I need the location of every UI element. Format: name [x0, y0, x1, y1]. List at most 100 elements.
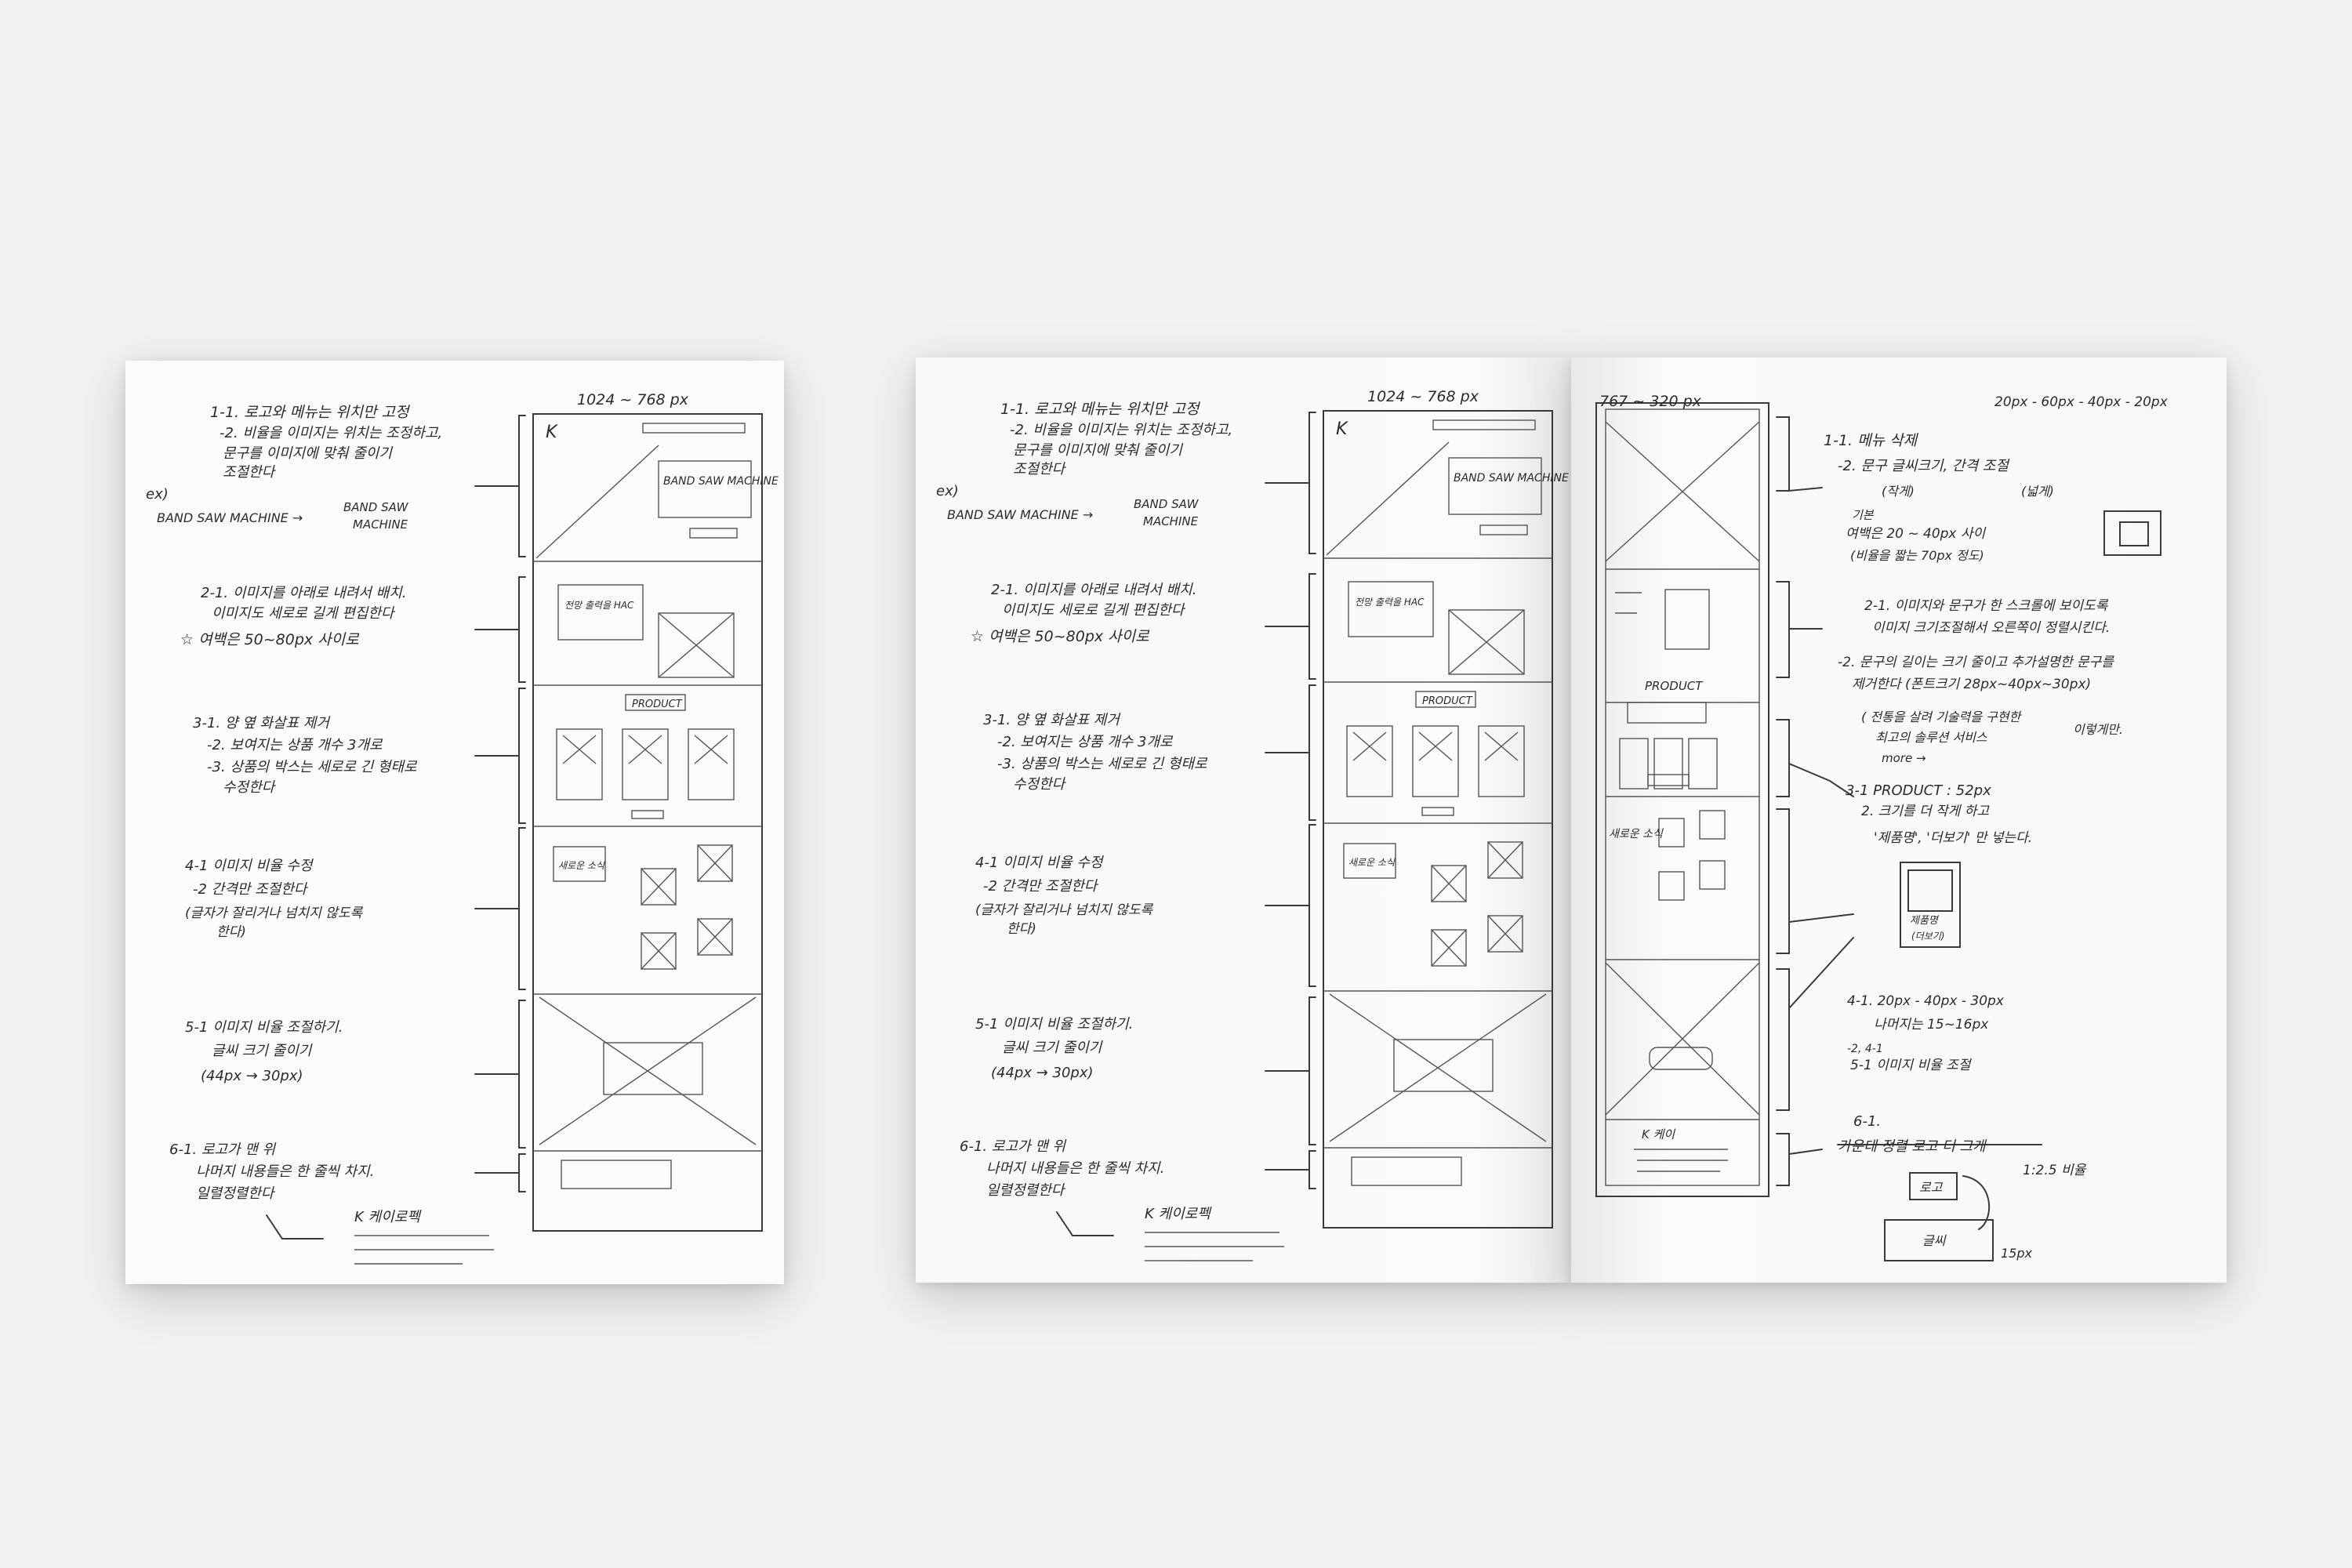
note-r6e: 글씨	[1922, 1233, 1947, 1248]
note-r2e: ( 전통을 살려 기술력을 구현한	[1861, 710, 2023, 724]
footer-arrow	[1056, 1211, 1114, 1236]
note-r4a: 4-1. 20px - 40px - 30px	[1847, 993, 2005, 1009]
size-label: 1024 ~ 768 px	[1367, 388, 1479, 405]
note-n1b: -2. 비율을 이미지는 위치는 조정하고,	[1010, 422, 1232, 438]
note-r2f: 최고의 솔루션 서비스	[1875, 730, 1987, 745]
note-n3d: 수정한다	[223, 779, 277, 796]
note-r2d: 제거한다 (폰트크기 28px~40px~30px)	[1852, 677, 2091, 692]
note-n4a: 4-1 이미지 비율 수정	[975, 855, 1105, 871]
note-n3a: 3-1. 양 옆 화살표 제거	[193, 715, 331, 731]
wf-logo: K	[1336, 419, 1348, 439]
margin-sample-box	[2103, 510, 2161, 556]
note-n6c: 일렬정렬한다	[196, 1185, 276, 1202]
note-rnews: 새로운 소식	[1609, 828, 1664, 840]
note-n4b: -2 간격만 조절한다	[983, 878, 1099, 895]
note-n3a: 3-1. 양 옆 화살표 제거	[983, 712, 1121, 728]
note-n5a: 5-1 이미지 비율 조절하기.	[185, 1019, 343, 1036]
note-n2c: ☆ 여백은 50~80px 사이로	[971, 628, 1150, 645]
wf-s2-label: 전망 출력을 HAC	[1355, 597, 1425, 608]
note-n4b: -2 간격만 조절한다	[193, 881, 309, 898]
note-n1c: 문구를 이미지에 맞춰 줄이기	[1013, 442, 1183, 459]
note-r2c: -2. 문구의 길이는 크기 줄이고 추가설명한 문구를	[1838, 655, 2114, 670]
note-r6f: 15px	[2001, 1246, 2033, 1261]
note-r3b: 2. 크기를 더 작게 하고	[1861, 804, 1990, 819]
note-n3d: 수정한다	[1013, 776, 1067, 793]
wf-product-card-3	[688, 728, 735, 800]
note-n6a: 6-1. 로고가 맨 위	[960, 1138, 1067, 1155]
wf-product-card-3	[1478, 725, 1525, 797]
section-bracket-1	[1265, 412, 1316, 554]
note-ex3: BAND SAW	[1134, 497, 1200, 511]
note-r6a: 6-1.	[1853, 1113, 1881, 1130]
note-r6b: 가운데 정렬 로고 더 크게	[1838, 1138, 1987, 1155]
wf-product-label: PRODUCT	[632, 699, 683, 710]
note-n6b: 나머지 내용들은 한 줄씩 차지.	[196, 1163, 374, 1180]
wf-product-card-2	[1412, 725, 1459, 797]
sketch-canvas-single: 1024 ~ 768 px 1-1. 로고와 메뉴는 위치만 고정 -2. 비율을 …	[146, 391, 779, 1265]
desktop-wireframe-frame	[1323, 410, 1553, 1229]
wf-product-card-1	[556, 728, 603, 800]
spread-right-page: 767 ~ 320 px 20px - 60px - 40px - 20px 1-1…	[1571, 358, 2227, 1283]
wf-hero-diagonal	[1326, 441, 1450, 556]
wf-footer-box	[561, 1160, 672, 1189]
note-r1d: (넓게)	[2021, 484, 2054, 499]
note-n2b: 이미지도 세로로 길게 편집한다	[1002, 602, 1186, 619]
note-r0b: 20px - 60px - 40px - 20px	[1994, 394, 2169, 410]
wf-news-label: 새로운 소식	[1348, 857, 1396, 868]
note-r6c: 1:2.5 비율	[2023, 1163, 2087, 1178]
wf-menu	[1432, 419, 1536, 430]
wf-s2-text	[1348, 581, 1434, 637]
wf-hero-button	[689, 528, 738, 539]
note-r1a: 1-1. 메뉴 삭제	[1824, 432, 1919, 449]
note-n6a: 6-1. 로고가 맨 위	[169, 1142, 277, 1158]
wf-product-card-1	[1346, 725, 1393, 797]
note-n5a: 5-1 이미지 비율 조절하기.	[975, 1016, 1133, 1033]
sketch-canvas-spread-right: 767 ~ 320 px 20px - 60px - 40px - 20px 1-1…	[1595, 393, 2169, 1261]
note-n1d: 조절한다	[1013, 461, 1067, 477]
note-n4d: 한다)	[216, 924, 246, 940]
note-n5c: (44px → 30px)	[991, 1065, 1094, 1081]
note-n1d: 조절한다	[223, 464, 277, 481]
note-r0: 767 ~ 320 px	[1599, 393, 1702, 410]
note-r3a: 3-1 PRODUCT : 52px	[1846, 782, 1991, 799]
note-r4d: -2, 4-1	[1847, 1043, 1883, 1055]
note-r1e: 기본	[1852, 508, 1875, 522]
section-bracket-5	[474, 1000, 526, 1149]
note-n3c: -3. 상품의 박스는 세로로 긴 형태로	[207, 759, 418, 775]
product-tag-box	[1627, 702, 1707, 724]
note-n1a: 1-1. 로고와 메뉴는 위치만 고정	[1000, 401, 1201, 418]
wf-product-label: PRODUCT	[1422, 695, 1473, 707]
note-r1c: (작게)	[1882, 484, 1915, 499]
wf-product-card-2	[622, 728, 669, 800]
note-r1b: -2. 문구 글씨크기, 간격 조절	[1838, 458, 2010, 474]
note-n2a: 2-1. 이미지를 아래로 내려서 배치.	[201, 585, 406, 601]
section-bracket-3	[1265, 684, 1316, 821]
note-n4c: (글자가 잘리거나 넘치지 않도록	[185, 906, 364, 921]
note-r2b: 이미지 크기조절해서 오른쪽이 정렬시킨다.	[1872, 620, 2110, 636]
note-ex4: MACHINE	[353, 517, 408, 532]
note-r4c: 5-1 이미지 비율 조절	[1850, 1058, 1972, 1073]
note-r2a: 2-1. 이미지와 문구가 한 스크롤에 보이도록	[1864, 598, 2109, 614]
size-label: 1024 ~ 768 px	[577, 391, 689, 408]
note-n6b: 나머지 내용들은 한 줄씩 차지.	[986, 1160, 1164, 1177]
wf-menu	[642, 423, 746, 434]
wf-footer-box	[1351, 1156, 1462, 1186]
mobile-wireframe	[1595, 402, 1854, 1197]
section-bracket-4	[474, 827, 526, 990]
note-n2a: 2-1. 이미지를 아래로 내려서 배치.	[991, 582, 1196, 598]
note-r1g: (비율을 짧는 70px 정도)	[1850, 548, 1984, 563]
note-n3b: -2. 보여지는 상품 개수 3개로	[997, 734, 1174, 750]
single-notebook-page: 1024 ~ 768 px 1-1. 로고와 메뉴는 위치만 고정 -2. 비율을 …	[125, 361, 784, 1284]
section-bracket-6	[1265, 1150, 1316, 1189]
section-bracket-5	[1265, 996, 1316, 1145]
wf-hero-text: BAND SAW MACHINE	[663, 475, 779, 488]
wf-more-button	[631, 810, 664, 819]
note-r4b: 나머지는 15~16px	[1874, 1017, 1989, 1033]
note-r2g: more →	[1882, 751, 1926, 765]
wf-s2-text	[557, 584, 644, 641]
section-bracket-6	[474, 1153, 526, 1192]
section-bracket-4	[1265, 824, 1316, 987]
wf-hero-textbox	[1448, 457, 1542, 515]
wf-hero-diagonal	[535, 445, 659, 559]
note-r3c: '제품명', '더보기' 만 넣는다.	[1874, 830, 2032, 846]
